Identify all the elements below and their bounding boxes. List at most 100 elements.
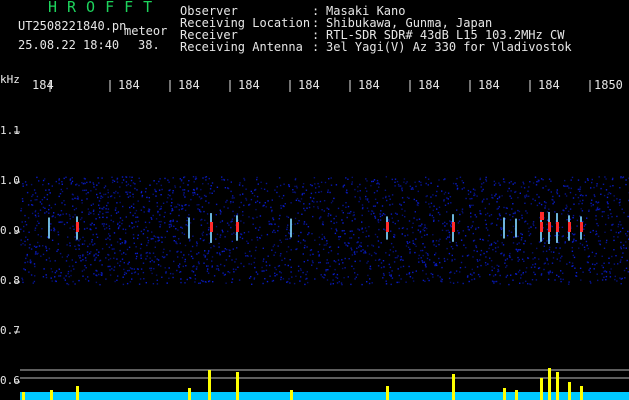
noise-pixel xyxy=(626,259,628,262)
noise-pixel xyxy=(164,267,166,269)
baseline-spike xyxy=(410,394,412,400)
noise-pixel xyxy=(125,184,128,187)
noise-pixel xyxy=(232,201,234,203)
noise-pixel xyxy=(200,219,202,221)
noise-pixel xyxy=(100,197,102,199)
noise-pixel xyxy=(476,266,479,268)
baseline-spike xyxy=(256,394,258,400)
baseline-spike xyxy=(98,393,100,400)
noise-pixel xyxy=(416,219,418,221)
noise-pixel xyxy=(184,204,186,206)
noise-pixel xyxy=(105,211,107,214)
noise-pixel xyxy=(108,233,110,235)
noise-pixel xyxy=(173,260,175,263)
noise-pixel xyxy=(430,182,432,184)
noise-pixel xyxy=(573,234,575,236)
noise-pixel xyxy=(353,251,356,254)
noise-pixel xyxy=(484,262,487,264)
noise-pixel xyxy=(435,195,437,197)
noise-pixel xyxy=(423,230,426,232)
noise-pixel xyxy=(247,255,249,257)
noise-pixel xyxy=(164,211,166,214)
noise-pixel xyxy=(251,192,254,194)
noise-pixel xyxy=(395,250,397,252)
noise-pixel xyxy=(232,210,234,213)
noise-pixel xyxy=(483,252,485,255)
noise-pixel xyxy=(506,207,508,209)
noise-pixel xyxy=(242,193,244,195)
noise-pixel xyxy=(20,244,22,246)
noise-pixel xyxy=(102,213,104,215)
noise-pixel xyxy=(366,281,368,283)
noise-pixel xyxy=(143,278,145,280)
noise-pixel xyxy=(274,223,276,225)
noise-pixel xyxy=(221,229,223,231)
noise-pixel xyxy=(475,245,477,247)
baseline-spike xyxy=(334,396,336,400)
noise-pixel xyxy=(240,201,242,204)
noise-pixel xyxy=(384,213,386,216)
noise-pixel xyxy=(30,183,33,186)
noise-pixel xyxy=(198,196,201,198)
noise-pixel xyxy=(357,190,359,193)
noise-pixel xyxy=(471,225,473,227)
noise-pixel xyxy=(571,247,573,249)
noise-pixel xyxy=(620,278,622,280)
noise-pixel xyxy=(67,283,70,286)
noise-pixel xyxy=(124,271,126,274)
noise-pixel xyxy=(482,239,485,241)
noise-pixel xyxy=(41,228,43,230)
noise-pixel xyxy=(39,201,42,203)
noise-pixel xyxy=(42,179,45,182)
noise-pixel xyxy=(239,182,241,184)
noise-pixel xyxy=(482,182,485,184)
noise-pixel xyxy=(256,273,259,275)
noise-pixel xyxy=(351,249,353,251)
noise-pixel xyxy=(148,208,150,210)
noise-pixel xyxy=(250,198,253,201)
noise-pixel xyxy=(360,242,362,244)
noise-pixel xyxy=(617,236,619,238)
noise-pixel xyxy=(341,219,343,221)
noise-pixel xyxy=(396,180,399,183)
noise-pixel xyxy=(518,242,520,244)
noise-pixel xyxy=(133,226,135,228)
noise-pixel xyxy=(358,237,360,239)
noise-pixel xyxy=(510,190,512,192)
noise-pixel xyxy=(26,191,29,194)
baseline-spike xyxy=(494,392,496,400)
noise-pixel xyxy=(72,265,74,267)
baseline-spike xyxy=(458,396,460,400)
noise-pixel xyxy=(506,274,509,277)
noise-pixel xyxy=(304,283,306,286)
noise-pixel xyxy=(365,195,367,198)
noise-pixel xyxy=(441,190,443,192)
noise-pixel xyxy=(140,255,142,257)
echo-streak xyxy=(188,217,190,239)
noise-pixel xyxy=(223,179,226,181)
noise-pixel xyxy=(94,243,96,245)
noise-pixel xyxy=(485,264,487,266)
noise-pixel xyxy=(93,213,95,215)
noise-pixel xyxy=(101,196,104,198)
noise-pixel xyxy=(370,254,373,257)
noise-pixel xyxy=(433,219,435,221)
noise-pixel xyxy=(359,260,361,262)
noise-pixel xyxy=(456,185,458,187)
baseline-spike xyxy=(366,395,368,400)
noise-pixel xyxy=(554,234,556,237)
noise-pixel xyxy=(184,196,186,198)
noise-pixel xyxy=(351,254,354,256)
noise-pixel xyxy=(409,185,411,187)
noise-pixel xyxy=(432,240,434,242)
noise-pixel xyxy=(620,283,622,285)
noise-pixel xyxy=(289,237,291,240)
noise-pixel xyxy=(476,250,478,253)
noise-pixel xyxy=(107,191,109,194)
noise-pixel xyxy=(38,222,40,224)
noise-pixel xyxy=(389,249,392,251)
noise-pixel xyxy=(521,237,523,239)
noise-pixel xyxy=(274,231,276,234)
noise-pixel xyxy=(612,177,614,180)
noise-pixel xyxy=(56,250,58,252)
